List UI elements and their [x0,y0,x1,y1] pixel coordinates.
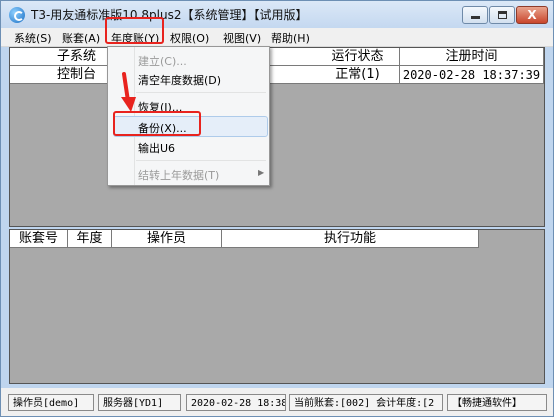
close-button[interactable]: X [516,6,548,24]
menu-help[interactable]: 帮助(H) [271,30,310,46]
status-bar: 操作员[demo] 服务器[YD1] 2020-02-28 18:38 当前账套… [1,388,553,416]
menu-bar: 系统(S) 账套(A) 年度账(Y) 权限(O) 视图(V) 帮助(H) [1,28,553,72]
status-server: 服务器[YD1] [98,394,181,411]
status-datetime: 2020-02-28 18:38 [186,394,286,411]
status-brand: 【畅捷通软件】 [447,394,547,411]
column-header-year[interactable]: 年度 [68,230,112,248]
column-header-account-no[interactable]: 账套号 [10,230,68,248]
close-icon: X [527,8,537,22]
table-cell-register-time[interactable]: 2020-02-28 18:37:39 [400,66,544,84]
application-window: T3-用友通标准版10.8plus2【系统管理】【试用版】 X 系统(S) 账套… [0,0,554,417]
menu-item-carry-forward[interactable]: 结转上年数据(T) [138,167,219,183]
minimize-icon [471,16,480,19]
operation-log-table: 账套号 年度 操作员 执行功能 [9,229,545,384]
maximize-button[interactable] [489,6,515,24]
menu-system[interactable]: 系统(S) [14,30,52,46]
menu-item-create[interactable]: 建立(C)... [138,53,187,69]
annotation-box-backup [113,111,201,136]
menu-permission[interactable]: 权限(O) [170,30,209,46]
subsystem-table: 子系统 运行状态 注册时间 控制台 正常(1) 2020-02-28 18:37… [9,47,545,227]
minimize-button[interactable] [462,6,488,24]
menu-separator [136,92,266,93]
column-header-function[interactable]: 执行功能 [222,230,479,248]
maximize-icon [498,11,507,19]
annotation-box-year-menu [105,17,164,44]
status-current-account: 当前账套:[002] 会计年度:[2 [289,394,443,411]
status-operator: 操作员[demo] [8,394,94,411]
column-header-register-time[interactable]: 注册时间 [400,48,544,66]
menu-account[interactable]: 账套(A) [62,30,100,46]
title-bar: T3-用友通标准版10.8plus2【系统管理】【试用版】 X [1,1,553,28]
app-logo-icon [9,7,25,23]
menu-item-clear-year-data[interactable]: 清空年度数据(D) [138,72,221,88]
window-title: T3-用友通标准版10.8plus2【系统管理】【试用版】 [31,8,308,22]
chevron-right-icon: ▶ [258,168,265,177]
menu-separator [136,160,266,161]
menu-item-export-u6[interactable]: 输出U6 [138,140,175,156]
menu-view[interactable]: 视图(V) [223,30,261,46]
column-header-operator[interactable]: 操作员 [112,230,222,248]
